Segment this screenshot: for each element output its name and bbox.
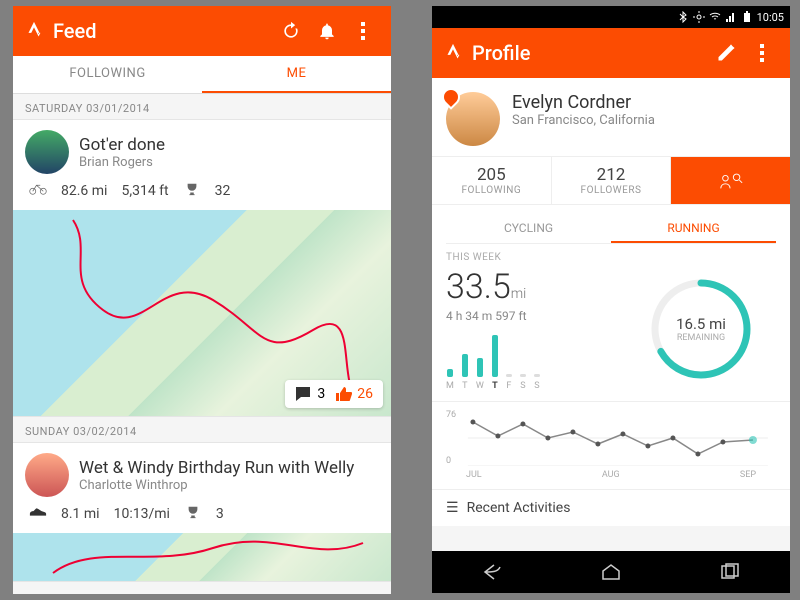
route-line-icon xyxy=(13,533,391,581)
location-icon xyxy=(693,11,705,23)
activity-title: Wet & Windy Birthday Run with Welly xyxy=(79,458,354,478)
profile-name: Evelyn Cordner xyxy=(512,92,655,113)
strava-logo-icon xyxy=(442,42,464,64)
kudos-button[interactable]: 26 xyxy=(335,386,373,402)
activity-stats: 82.6 mi 5,314 ft 32 xyxy=(13,180,391,210)
find-friends-button[interactable] xyxy=(671,157,790,204)
tab-cycling[interactable]: CYCLING xyxy=(446,215,611,243)
overflow-menu-button[interactable] xyxy=(744,35,780,71)
list-icon: ☰ xyxy=(446,500,459,516)
profile-location: San Francisco, California xyxy=(512,113,655,128)
bluetooth-icon xyxy=(677,11,689,23)
goal-ring-chart: 16.5 miREMAINING xyxy=(626,267,776,391)
feed-tabs: FOLLOWING ME xyxy=(13,56,391,94)
edit-button[interactable] xyxy=(708,35,744,71)
recents-button[interactable] xyxy=(671,551,790,593)
following-button[interactable]: 205 FOLLOWING xyxy=(432,157,552,204)
elevation-value: 5,314 ft xyxy=(121,183,168,199)
date-header-2: SUNDAY 03/02/2014 xyxy=(13,417,391,442)
activity-title: Got'er done xyxy=(79,135,165,155)
notifications-button[interactable] xyxy=(309,13,345,49)
refresh-button[interactable] xyxy=(273,13,309,49)
tab-running[interactable]: RUNNING xyxy=(611,215,776,243)
tab-me[interactable]: ME xyxy=(202,56,391,93)
home-button[interactable] xyxy=(551,551,670,593)
follow-stats-row: 205 FOLLOWING 212 FOLLOWERS xyxy=(432,156,790,205)
tab-following[interactable]: FOLLOWING xyxy=(13,56,202,93)
activity-stats: 8.1 mi 10:13/mi 3 xyxy=(13,503,391,533)
profile-title: Profile xyxy=(472,41,530,65)
back-button[interactable] xyxy=(432,551,551,593)
stats-panel: CYCLING RUNNING THIS WEEK 33.5mi 4 h 34 … xyxy=(432,205,790,401)
mileage-sparkline-chart: 76 0 JUL AUG SEP xyxy=(432,401,790,489)
shoe-icon xyxy=(29,505,47,523)
date-header-1: SATURDAY 03/01/2014 xyxy=(13,94,391,119)
avatar[interactable] xyxy=(25,130,69,174)
bike-icon xyxy=(29,182,47,200)
trophy-icon xyxy=(184,505,202,523)
activity-map[interactable]: 3 26 xyxy=(13,210,391,416)
strava-logo-icon xyxy=(23,20,45,42)
overflow-menu-button[interactable] xyxy=(345,13,381,49)
profile-header: Evelyn Cordner San Francisco, California xyxy=(432,78,790,156)
comment-button[interactable]: 3 xyxy=(295,386,325,402)
pace-value: 10:13/mi xyxy=(114,506,170,522)
wifi-icon xyxy=(709,11,721,23)
daily-bars-chart: MTWTFSS xyxy=(446,335,626,391)
trophy-count: 32 xyxy=(215,183,231,199)
activity-map[interactable] xyxy=(13,533,391,581)
activity-card-1[interactable]: Got'er done Brian Rogers 82.6 mi 5,314 f… xyxy=(13,119,391,417)
avatar[interactable] xyxy=(25,453,69,497)
this-week-label: THIS WEEK xyxy=(446,252,776,263)
distance-value: 8.1 mi xyxy=(61,506,100,522)
android-statusbar: 10:05 xyxy=(432,6,790,28)
clock: 10:05 xyxy=(757,11,784,24)
social-bar: 3 26 xyxy=(285,380,383,408)
activity-card-2[interactable]: Wet & Windy Birthday Run with Welly Char… xyxy=(13,442,391,582)
activity-user: Charlotte Winthrop xyxy=(79,478,354,493)
trophy-icon xyxy=(183,182,201,200)
profile-screen: 10:05 Profile Evelyn Cordner San Francis… xyxy=(432,6,790,593)
feed-appbar: Feed xyxy=(13,6,391,56)
followers-button[interactable]: 212 FOLLOWERS xyxy=(552,157,672,204)
trophy-count: 3 xyxy=(216,506,224,522)
activity-user: Brian Rogers xyxy=(79,155,165,170)
week-substats: 4 h 34 m 597 ft xyxy=(446,309,626,323)
distance-value: 82.6 mi xyxy=(61,183,107,199)
signal-icon xyxy=(725,11,737,23)
profile-appbar: Profile xyxy=(432,28,790,78)
week-distance: 33.5mi xyxy=(446,267,626,307)
recent-activities-button[interactable]: ☰ Recent Activities xyxy=(432,489,790,526)
battery-icon xyxy=(741,11,753,23)
android-navbar xyxy=(432,551,790,593)
feed-title: Feed xyxy=(53,19,97,43)
feed-screen: Feed FOLLOWING ME SATURDAY 03/01/2014 Go… xyxy=(13,6,391,594)
